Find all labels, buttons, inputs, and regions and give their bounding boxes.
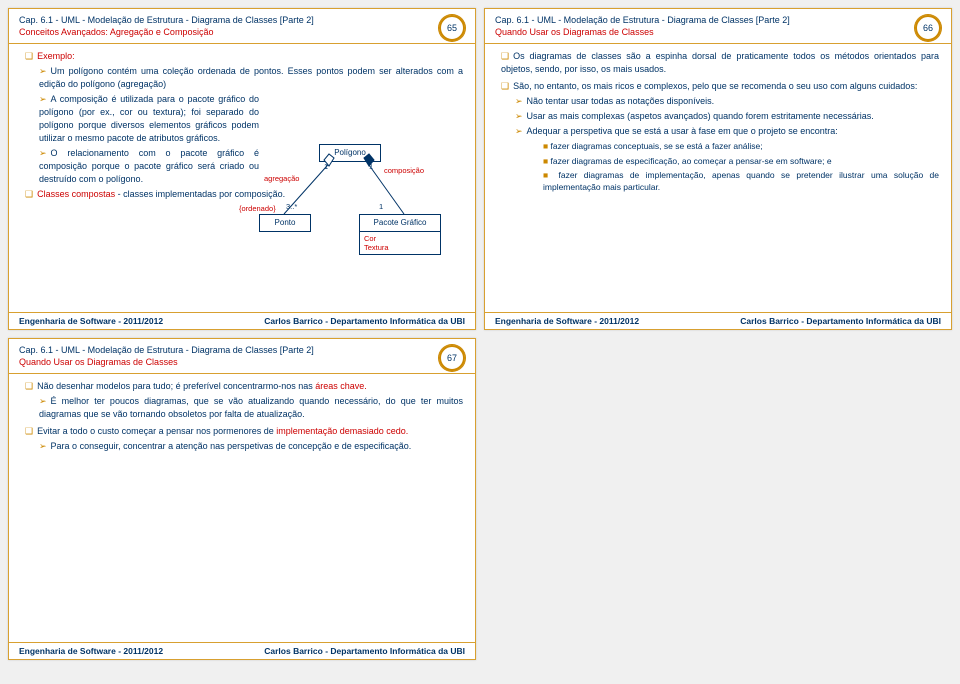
uml-diagram: Polígono agregação composição 1 1 {orden… <box>239 144 439 284</box>
slide-body: ❑Os diagramas de classes são a espinha d… <box>485 44 951 312</box>
slide-67: Cap. 6.1 - UML - Modelação de Estrutura … <box>8 338 476 660</box>
bullet-text: Usar as mais complexas (aspetos avançado… <box>527 111 874 121</box>
slide-footer: Engenharia de Software - 2011/2012 Carlo… <box>9 642 475 659</box>
slide-body: ❑Não desenhar modelos para tudo; é prefe… <box>9 374 475 642</box>
example-heading: Exemplo: <box>37 51 75 61</box>
bullet-text: Os diagramas de classes são a espinha do… <box>501 51 939 74</box>
uml-class-ponto: Ponto <box>260 215 310 231</box>
bullet-text: São, no entanto, os mais ricos e complex… <box>513 81 917 91</box>
uml-class-pacote: Pacote Gráfico <box>360 215 440 231</box>
sub-bullet: fazer diagramas de implementação, apenas… <box>543 170 939 192</box>
bullet-text: Adequar a perspetiva que se está a usar … <box>527 126 838 136</box>
footer-right: Carlos Barrico - Departamento Informátic… <box>740 316 941 326</box>
footer-left: Engenharia de Software - 2011/2012 <box>495 316 639 326</box>
slide-header: Cap. 6.1 - UML - Modelação de Estrutura … <box>485 9 951 41</box>
footer-left: Engenharia de Software - 2011/2012 <box>19 646 163 656</box>
slide-body: ❑Exemplo: ➢Um polígono contém uma coleçã… <box>9 44 475 312</box>
bullet-text: A composição é utilizada para o pacote g… <box>39 94 259 143</box>
footer-left: Engenharia de Software - 2011/2012 <box>19 316 163 326</box>
sub-bullet: fazer diagramas de especificação, ao com… <box>551 156 832 166</box>
chapter-title: Cap. 6.1 - UML - Modelação de Estrutura … <box>19 345 465 355</box>
slide-header: Cap. 6.1 - UML - Modelação de Estrutura … <box>9 339 475 371</box>
slides-grid: Cap. 6.1 - UML - Modelação de Estrutura … <box>8 8 952 660</box>
footer-right: Carlos Barrico - Departamento Informátic… <box>264 646 465 656</box>
slide-66: Cap. 6.1 - UML - Modelação de Estrutura … <box>484 8 952 330</box>
bullet-text: O relacionamento com o pacote gráfico é … <box>39 148 259 184</box>
slide-subtitle: Quando Usar os Diagramas de Classes <box>495 27 941 37</box>
slide-footer: Engenharia de Software - 2011/2012 Carlo… <box>9 312 475 329</box>
uml-label-composicao: composição <box>384 166 424 177</box>
bullet-text: É melhor ter poucos diagramas, que se vã… <box>39 396 463 419</box>
slide-subtitle: Conceitos Avançados: Agregação e Composi… <box>19 27 465 37</box>
chapter-title: Cap. 6.1 - UML - Modelação de Estrutura … <box>495 15 941 25</box>
bullet-text: ➢Um polígono contém uma coleção ordenada… <box>39 65 463 91</box>
uml-attr: Cor <box>364 234 436 243</box>
page-number: 65 <box>439 15 465 41</box>
bullet-text: Para o conseguir, concentrar a atenção n… <box>51 441 412 451</box>
bullet-text: Não tentar usar todas as notações dispon… <box>527 96 715 106</box>
footer-right: Carlos Barrico - Departamento Informátic… <box>264 316 465 326</box>
uml-attr: Textura <box>364 243 436 252</box>
page-number: 66 <box>915 15 941 41</box>
slide-footer: Engenharia de Software - 2011/2012 Carlo… <box>485 312 951 329</box>
bullet-text: Evitar a todo o custo começar a pensar n… <box>37 426 276 436</box>
bullet-text: Não desenhar modelos para tudo; é prefer… <box>37 381 315 391</box>
page-number: 67 <box>439 345 465 371</box>
slide-header: Cap. 6.1 - UML - Modelação de Estrutura … <box>9 9 475 41</box>
slide-subtitle: Quando Usar os Diagramas de Classes <box>19 357 465 367</box>
classes-compostas-label: Classes compostas <box>37 189 115 199</box>
chapter-title: Cap. 6.1 - UML - Modelação de Estrutura … <box>19 15 465 25</box>
slide-65: Cap. 6.1 - UML - Modelação de Estrutura … <box>8 8 476 330</box>
uml-label-agregacao: agregação <box>264 174 299 185</box>
sub-bullet: fazer diagramas conceptuais, se se está … <box>551 141 763 151</box>
